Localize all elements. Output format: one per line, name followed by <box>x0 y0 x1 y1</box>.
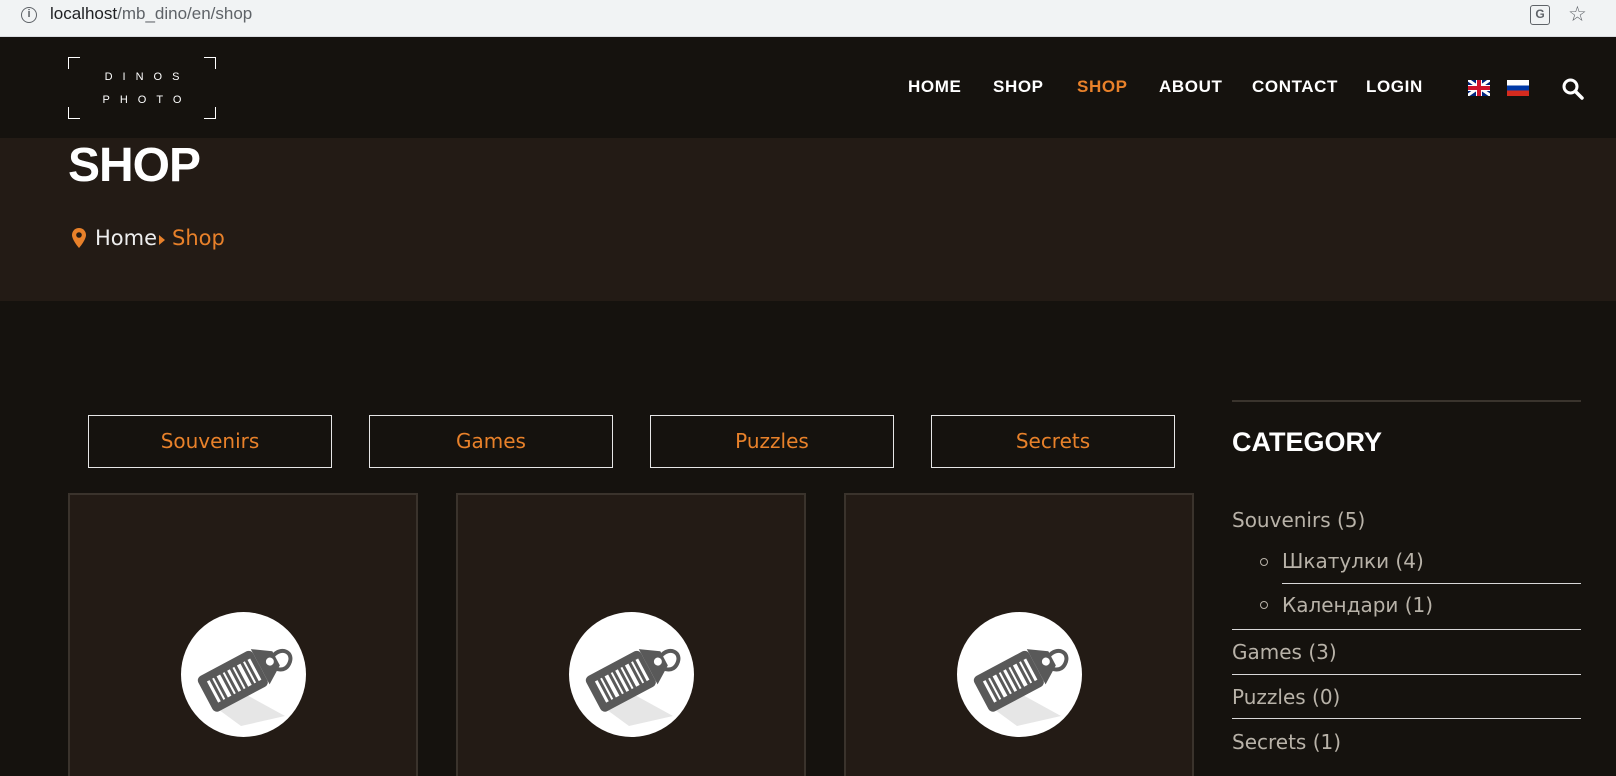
product-card[interactable] <box>68 493 418 776</box>
price-tag-icon[interactable] <box>181 612 306 737</box>
bookmark-star-icon[interactable]: ☆ <box>1568 2 1587 26</box>
product-card[interactable] <box>844 493 1194 776</box>
sidebar-divider <box>1232 629 1581 630</box>
sidebar-title: CATEGORY <box>1232 427 1383 457</box>
translate-icon[interactable]: G <box>1530 5 1550 25</box>
browser-address-bar: i localhost/mb_dino/en/shop G ☆ <box>0 0 1616 37</box>
sidebar-item-puzzles[interactable]: Puzzles (0) <box>1232 685 1340 709</box>
sidebar-divider <box>1232 400 1581 402</box>
list-bullet-icon <box>1260 558 1268 566</box>
logo-text-line2: PHOTO <box>102 94 192 106</box>
url-path: /mb_dino/en/shop <box>117 4 253 23</box>
nav-home[interactable]: HOME <box>908 77 961 97</box>
nav-login[interactable]: LOGIN <box>1366 77 1423 97</box>
en-flag-icon[interactable] <box>1468 80 1490 96</box>
nav-shop[interactable]: SHOP <box>993 77 1044 97</box>
page-title-band: SHOP Home Shop <box>0 138 1616 301</box>
category-button-games[interactable]: Games <box>369 415 613 468</box>
sidebar-item-souvenirs[interactable]: Souvenirs (5) <box>1232 508 1365 532</box>
list-bullet-icon <box>1260 601 1268 609</box>
info-icon[interactable]: i <box>21 7 37 23</box>
page-title: SHOP <box>68 139 201 192</box>
sidebar-divider <box>1232 718 1581 719</box>
category-button-puzzles[interactable]: Puzzles <box>650 415 894 468</box>
logo-corner <box>68 107 80 119</box>
map-pin-icon <box>72 228 86 248</box>
price-tag-icon[interactable] <box>569 612 694 737</box>
breadcrumb-home-link[interactable]: Home <box>95 226 157 250</box>
price-tag-icon[interactable] <box>957 612 1082 737</box>
logo-corner <box>68 57 80 69</box>
ru-flag-icon[interactable] <box>1507 80 1529 96</box>
sidebar-divider <box>1232 674 1581 675</box>
category-button-souvenirs[interactable]: Souvenirs <box>88 415 332 468</box>
breadcrumb-current: Shop <box>172 226 225 250</box>
nav-about[interactable]: ABOUT <box>1159 77 1222 97</box>
search-icon[interactable] <box>1561 77 1585 101</box>
sidebar-subitem-boxes[interactable]: Шкатулки (4) <box>1282 549 1424 573</box>
address-url[interactable]: localhost/mb_dino/en/shop <box>50 4 252 24</box>
category-button-secrets[interactable]: Secrets <box>931 415 1175 468</box>
nav-shop-active[interactable]: SHOP <box>1077 77 1128 97</box>
product-card[interactable] <box>456 493 806 776</box>
logo-text-line1: DINOS <box>104 71 190 83</box>
sidebar-subitem-calendars[interactable]: Календари (1) <box>1282 593 1433 617</box>
site-header: DINOS PHOTO HOME SHOP SHOP ABOUT CONTACT… <box>0 37 1616 138</box>
sidebar-item-games[interactable]: Games (3) <box>1232 640 1337 664</box>
sidebar-divider <box>1282 583 1581 584</box>
caret-right-icon <box>159 235 165 245</box>
sidebar-item-secrets[interactable]: Secrets (1) <box>1232 730 1341 754</box>
site-logo[interactable]: DINOS PHOTO <box>68 57 216 119</box>
logo-corner <box>204 107 216 119</box>
url-host: localhost <box>50 4 118 23</box>
nav-contact[interactable]: CONTACT <box>1252 77 1338 97</box>
logo-corner <box>204 57 216 69</box>
